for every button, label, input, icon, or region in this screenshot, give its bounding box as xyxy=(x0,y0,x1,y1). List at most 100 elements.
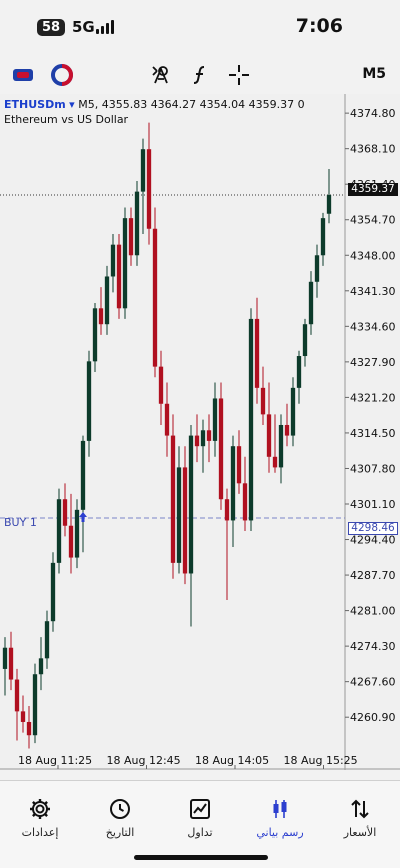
network-type: 5G xyxy=(72,18,95,36)
candle-body xyxy=(242,483,248,521)
candle-body xyxy=(38,658,44,675)
current-price-tag: 4359.37 xyxy=(348,183,398,196)
status-bar: 58 5G 7:06 xyxy=(0,0,400,56)
candle-body xyxy=(62,499,68,526)
candle-body xyxy=(128,218,134,256)
candle-body xyxy=(32,674,38,736)
candle-body xyxy=(122,218,128,309)
candle-body xyxy=(20,711,26,722)
price-tick-label: 4294.40 xyxy=(350,534,396,547)
indicator-icon[interactable] xyxy=(149,63,173,87)
candle-body xyxy=(152,228,158,367)
symbol-description: Ethereum vs US Dollar xyxy=(4,113,129,126)
candle-body xyxy=(8,647,14,680)
candle-body xyxy=(182,467,188,574)
price-tick-label: 4260.90 xyxy=(350,711,396,724)
history-icon xyxy=(110,799,130,819)
candle-body xyxy=(254,318,260,388)
nav-label: التاريخ xyxy=(105,826,135,839)
candlestick-chart[interactable]: 4374.804368.104361.404354.704348.004341.… xyxy=(0,94,400,770)
function-icon[interactable] xyxy=(188,63,212,87)
candle-body xyxy=(2,647,8,669)
candle-body xyxy=(200,430,206,447)
candle-body xyxy=(314,255,320,282)
chart-timeframe: M5 xyxy=(78,98,95,111)
candle-body xyxy=(98,308,104,325)
candle-body xyxy=(236,446,242,484)
price-tick-label: 4374.80 xyxy=(350,107,396,120)
candle-body xyxy=(260,387,266,415)
candle-body xyxy=(206,430,212,441)
candle-body xyxy=(230,446,236,521)
candle-body xyxy=(164,403,170,436)
nav-settings[interactable]: إعدادات xyxy=(0,797,80,839)
candle-body xyxy=(110,244,116,277)
candle-body xyxy=(74,509,80,558)
candle-body xyxy=(86,361,92,441)
chart-area[interactable]: 4374.804368.104361.404354.704348.004341.… xyxy=(0,94,400,770)
price-tick-label: 4334.60 xyxy=(350,320,396,333)
price-tick-label: 4274.30 xyxy=(350,640,396,653)
chart-toolbar: M5 xyxy=(0,56,400,94)
candle-body xyxy=(44,621,50,659)
candle-body xyxy=(188,435,194,574)
quotes-arrows-icon xyxy=(351,799,369,819)
time-tick-label: 18 Aug 11:25 xyxy=(18,754,92,767)
candle-body xyxy=(224,499,230,521)
candle-body xyxy=(80,440,86,510)
gear-icon xyxy=(30,799,50,819)
candle-body xyxy=(158,366,164,404)
time-tick-label: 18 Aug 15:25 xyxy=(284,754,358,767)
candlestick-icon xyxy=(273,800,287,818)
trade-chart-icon xyxy=(190,799,210,819)
ohlc-values: 4355.83 4364.27 4354.04 4359.37 0 xyxy=(101,98,305,111)
candle-body xyxy=(104,276,110,325)
candle-body xyxy=(308,281,314,325)
candle-body xyxy=(290,387,296,436)
price-tick-label: 4321.20 xyxy=(350,391,396,404)
nav-label: رسم بياني xyxy=(256,826,304,839)
crosshair-icon[interactable] xyxy=(227,63,251,87)
price-tick-label: 4368.10 xyxy=(350,143,396,156)
price-tick-label: 4281.00 xyxy=(350,605,396,618)
candle-body xyxy=(14,679,20,712)
nav-label: تداول xyxy=(187,826,213,839)
logo-red-blue-icon[interactable] xyxy=(11,63,35,87)
chart-info-line: ETHUSDm ▾ M5, 4355.83 4364.27 4354.04 43… xyxy=(4,98,305,111)
buy-arrow-icon xyxy=(79,511,87,522)
candle-body xyxy=(296,356,302,388)
candle-body xyxy=(56,499,62,563)
nav-trade[interactable]: تداول xyxy=(160,797,240,839)
price-tick-label: 4287.70 xyxy=(350,569,396,582)
price-tick-label: 4341.30 xyxy=(350,285,396,298)
nav-quotes[interactable]: الأسعار xyxy=(320,797,400,839)
buy-price-tag: 4298.46 xyxy=(348,522,398,535)
candle-body xyxy=(248,318,254,521)
time-tick-label: 18 Aug 14:05 xyxy=(195,754,269,767)
candle-body xyxy=(218,398,224,500)
candle-body xyxy=(194,435,200,447)
candle-body xyxy=(92,308,98,362)
candle-body xyxy=(212,398,218,441)
candle-body xyxy=(116,244,122,309)
buy-position-label[interactable]: BUY 1 xyxy=(4,516,37,529)
candle-body xyxy=(50,562,56,622)
candle-body xyxy=(26,721,32,736)
candle-body xyxy=(146,149,152,229)
symbol-name[interactable]: ETHUSDm xyxy=(4,98,66,111)
nav-chart[interactable]: رسم بياني xyxy=(240,797,320,839)
candle-body xyxy=(68,525,74,558)
home-indicator xyxy=(134,855,268,860)
candle-body xyxy=(176,467,182,563)
price-tick-label: 4307.80 xyxy=(350,462,396,475)
nav-history[interactable]: التاريخ xyxy=(80,797,160,839)
price-tick-label: 4354.70 xyxy=(350,214,396,227)
symbol-dropdown-icon[interactable]: ▾ xyxy=(69,98,75,111)
candle-body xyxy=(278,424,284,468)
timeframe-selector[interactable]: M5 xyxy=(362,66,386,82)
signal-strength-icon xyxy=(96,20,116,34)
clock: 7:06 xyxy=(295,15,343,37)
candle-body xyxy=(320,218,326,256)
logo-blue-circle-icon[interactable] xyxy=(50,63,74,87)
price-tick-label: 4348.00 xyxy=(350,249,396,262)
